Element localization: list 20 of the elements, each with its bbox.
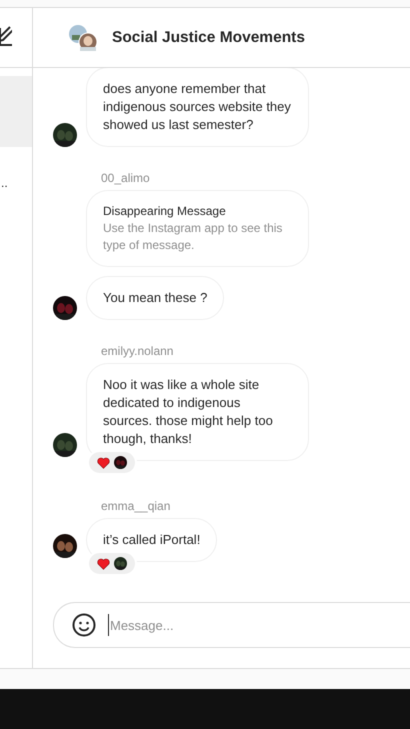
group-avatar [68, 24, 98, 52]
message-bubble: does anyone remember that indigenous sources website they showed us last semester? [86, 68, 309, 147]
heart-icon [97, 558, 110, 570]
heart-icon [97, 456, 110, 468]
message-note: Use the Instagram app to see this type of message. [103, 220, 284, 254]
message-bar[interactable]: Message... [53, 602, 410, 648]
sender-name: emma__qian [101, 499, 172, 513]
message-bubble: Noo it was like a whole site dedicated to indigenous sources. those might help too though, thanks! [86, 363, 309, 461]
message-title: Disappearing Message [103, 203, 227, 220]
message-bubble: You mean these ? [86, 276, 224, 320]
compose-icon[interactable] [0, 24, 12, 46]
chat-title: Social Justice Movements [112, 28, 305, 46]
emoji-icon[interactable] [72, 613, 96, 637]
reactor-avatar [114, 456, 127, 469]
reactor-avatar [114, 557, 127, 570]
conversation-preview: .. [1, 176, 8, 190]
sender-name: emilyy.nolann [101, 344, 174, 358]
sender-name: 00_alimo [101, 171, 151, 185]
message-input[interactable]: Message... [108, 614, 410, 636]
message-bubble: it’s called iPortal! [86, 518, 218, 562]
